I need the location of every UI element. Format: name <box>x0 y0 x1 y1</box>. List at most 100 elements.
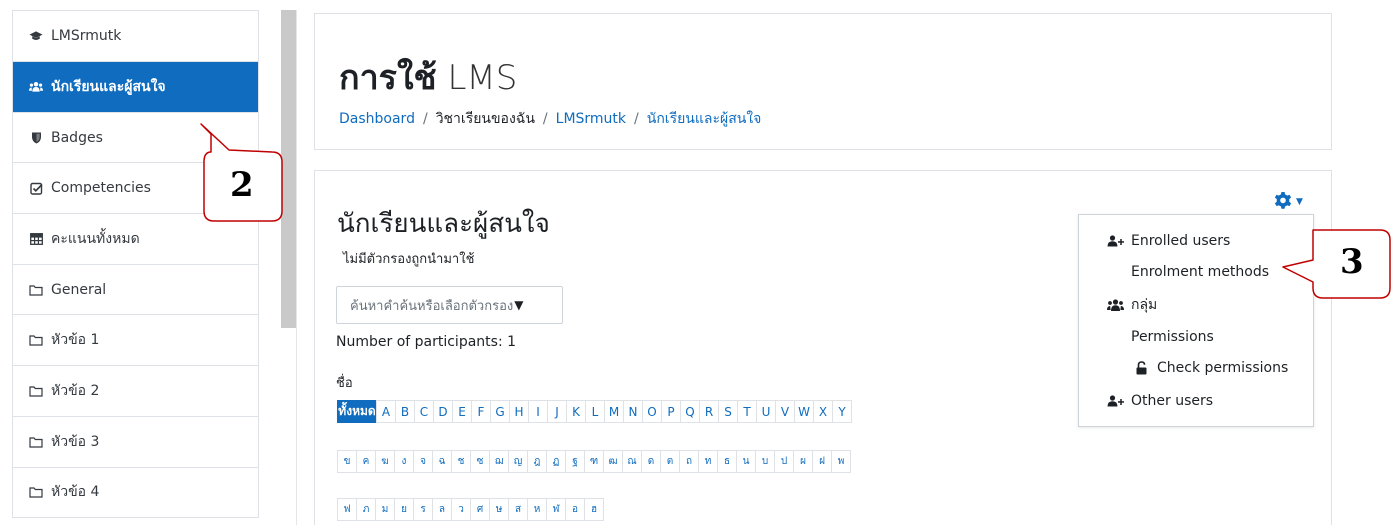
thai-initial-button[interactable]: ร <box>413 498 433 521</box>
thai-initial-button[interactable]: ฒ <box>603 450 623 473</box>
latin-initial-button[interactable]: M <box>604 400 624 423</box>
sidebar-item-course[interactable]: LMSrmutk <box>13 11 258 62</box>
latin-initial-button[interactable]: T <box>737 400 757 423</box>
thai-initial-button[interactable]: ข <box>337 450 357 473</box>
latin-initial-button[interactable]: E <box>452 400 472 423</box>
latin-initial-button[interactable]: R <box>699 400 719 423</box>
thai-initial-button[interactable]: ศ <box>470 498 490 521</box>
sidebar-item-topic-2[interactable]: หัวข้อ 2 <box>13 366 258 417</box>
latin-initial-button[interactable]: H <box>509 400 529 423</box>
latin-initial-button[interactable]: C <box>414 400 434 423</box>
breadcrumb-dashboard[interactable]: Dashboard <box>339 111 415 127</box>
sidebar-item-participants[interactable]: นักเรียนและผู้สนใจ <box>13 62 258 113</box>
thai-initial-button[interactable]: ฑ <box>584 450 604 473</box>
filter-search-input[interactable]: ค้นหาคำค้นหรือเลือกตัวกรอง ▼ <box>336 286 563 324</box>
breadcrumb-course[interactable]: LMSrmutk <box>556 111 626 127</box>
menu-item-enrolled-users[interactable]: Enrolled users <box>1105 233 1230 249</box>
latin-initial-button[interactable]: V <box>775 400 795 423</box>
latin-initial-button[interactable]: Y <box>832 400 852 423</box>
latin-initial-button[interactable]: N <box>623 400 643 423</box>
sidebar-item-general[interactable]: General <box>13 265 258 316</box>
latin-initial-button[interactable]: K <box>566 400 586 423</box>
latin-initial-button[interactable]: D <box>433 400 453 423</box>
latin-initial-button[interactable]: U <box>756 400 776 423</box>
menu-item-other-users[interactable]: Other users <box>1105 393 1213 409</box>
latin-initial-button[interactable]: A <box>376 400 396 423</box>
thai-initial-button[interactable]: ป <box>774 450 794 473</box>
thai-initial-button[interactable]: ฏ <box>546 450 566 473</box>
user-plus-icon <box>1105 235 1125 247</box>
latin-initial-button[interactable]: X <box>813 400 833 423</box>
thai-initial-button[interactable]: ฆ <box>375 450 395 473</box>
sidebar-item-competencies[interactable]: Competencies <box>13 163 258 215</box>
thai-initial-button[interactable]: ง <box>394 450 414 473</box>
thai-initial-button[interactable]: ด <box>641 450 661 473</box>
thai-initial-button[interactable]: ฮ <box>584 498 604 521</box>
latin-initial-button[interactable]: W <box>794 400 814 423</box>
thai-initial-button[interactable]: ช <box>451 450 471 473</box>
thai-initial-button[interactable]: ท <box>698 450 718 473</box>
latin-initial-button[interactable]: L <box>585 400 605 423</box>
latin-initial-button[interactable]: P <box>661 400 681 423</box>
breadcrumb-separator: / <box>634 111 639 127</box>
menu-item-groups[interactable]: กลุ่ม <box>1105 294 1157 316</box>
thai-initial-button[interactable]: ห <box>527 498 547 521</box>
thai-initial-button[interactable]: จ <box>413 450 433 473</box>
latin-initial-button[interactable]: I <box>528 400 548 423</box>
latin-initial-button[interactable]: B <box>395 400 415 423</box>
thai-initial-button[interactable]: ค <box>356 450 376 473</box>
sidebar-item-grades[interactable]: คะแนนทั้งหมด <box>13 214 258 265</box>
sidebar-item-topic-3[interactable]: หัวข้อ 3 <box>13 417 258 468</box>
thai-initial-button[interactable]: ฎ <box>527 450 547 473</box>
thai-initial-button[interactable]: ฬ <box>546 498 566 521</box>
sidebar-item-label: หัวข้อ 2 <box>51 382 100 399</box>
thai-initial-button[interactable]: ณ <box>622 450 642 473</box>
thai-initial-button[interactable]: ถ <box>679 450 699 473</box>
thai-initial-button[interactable]: ญ <box>508 450 528 473</box>
menu-item-enrolment-methods[interactable]: Enrolment methods <box>1131 264 1269 280</box>
initials-bar-thai-1: ขคฆงจฉชซฌญฎฏฐฑฒณดตถทธนบปผฝพ <box>337 450 851 473</box>
thai-initial-button[interactable]: ฐ <box>565 450 585 473</box>
sidebar-scrollbar[interactable] <box>281 10 296 328</box>
thai-initial-button[interactable]: ฝ <box>812 450 832 473</box>
thai-initial-button[interactable]: ฟ <box>337 498 357 521</box>
name-filter-label: ชื่อ <box>336 376 353 391</box>
unlock-icon <box>1131 361 1151 375</box>
sidebar-item-topic-4[interactable]: หัวข้อ 4 <box>13 468 258 519</box>
sidebar-item-topic-1[interactable]: หัวข้อ 1 <box>13 315 258 367</box>
latin-initial-button[interactable]: S <box>718 400 738 423</box>
thai-initial-button[interactable]: น <box>736 450 756 473</box>
sidebar-item-label: General <box>51 281 107 298</box>
latin-initial-button[interactable]: O <box>642 400 662 423</box>
thai-initial-button[interactable]: ส <box>508 498 528 521</box>
thai-initial-button[interactable]: ม <box>375 498 395 521</box>
latin-initial-button[interactable]: F <box>471 400 491 423</box>
thai-initial-button[interactable]: ฌ <box>489 450 509 473</box>
sidebar-item-badges[interactable]: Badges <box>13 113 258 164</box>
page-header-card: การใช้ LMS Dashboard / วิชาเรียนของฉัน /… <box>314 13 1332 150</box>
thai-initial-button[interactable]: ฉ <box>432 450 452 473</box>
menu-item-check-permissions[interactable]: Check permissions <box>1131 360 1288 376</box>
thai-initial-button[interactable]: บ <box>755 450 775 473</box>
thai-initial-button[interactable]: พ <box>831 450 851 473</box>
thai-initial-button[interactable]: ผ <box>793 450 813 473</box>
folder-icon <box>29 284 43 296</box>
thai-initial-button[interactable]: ษ <box>489 498 509 521</box>
thai-initial-button[interactable]: ย <box>394 498 414 521</box>
initial-all-button[interactable]: ทั้งหมด <box>337 400 377 423</box>
chevron-down-icon[interactable]: ▼ <box>1296 197 1303 207</box>
gear-icon[interactable] <box>1273 191 1293 216</box>
latin-initial-button[interactable]: Q <box>680 400 700 423</box>
latin-initial-button[interactable]: G <box>490 400 510 423</box>
thai-initial-button[interactable]: ล <box>432 498 452 521</box>
caret-down-icon[interactable]: ▼ <box>514 298 523 312</box>
latin-initial-button[interactable]: J <box>547 400 567 423</box>
breadcrumb-participants[interactable]: นักเรียนและผู้สนใจ <box>647 108 762 130</box>
thai-initial-button[interactable]: ธ <box>717 450 737 473</box>
thai-initial-button[interactable]: ภ <box>356 498 376 521</box>
thai-initial-button[interactable]: อ <box>565 498 585 521</box>
thai-initial-button[interactable]: ต <box>660 450 680 473</box>
thai-initial-button[interactable]: ซ <box>470 450 490 473</box>
thai-initial-button[interactable]: ว <box>451 498 471 521</box>
menu-item-permissions[interactable]: Permissions <box>1131 329 1214 345</box>
